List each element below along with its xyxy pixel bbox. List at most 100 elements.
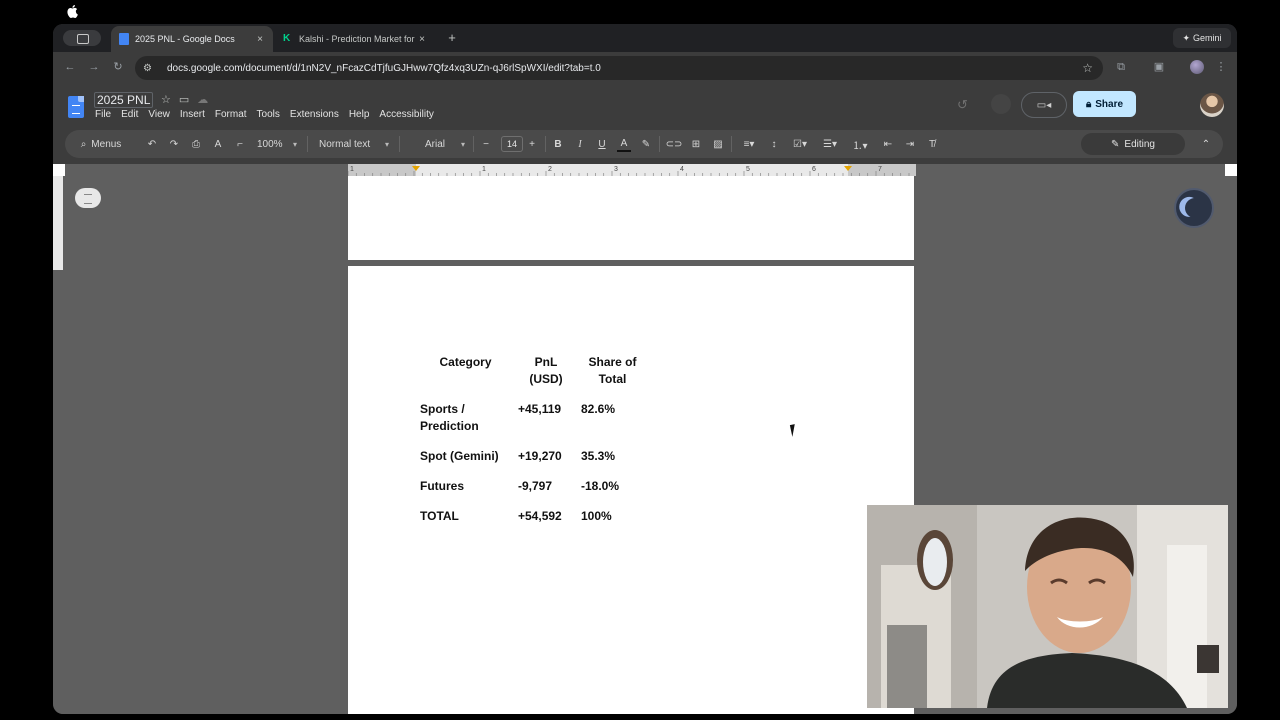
more-menu-icon[interactable]: ⋮ xyxy=(1213,59,1229,75)
align-icon[interactable]: ≡▾ xyxy=(739,136,759,152)
pnl-table[interactable]: Category PnL (USD) Share of Total Sports… xyxy=(420,352,651,536)
menu-insert[interactable]: Insert xyxy=(180,109,205,120)
menu-view[interactable]: View xyxy=(148,109,170,120)
spellcheck-icon[interactable]: A xyxy=(211,136,225,152)
link-icon[interactable]: ⊂⊃ xyxy=(666,136,683,152)
undo-icon[interactable]: ↶ xyxy=(145,136,159,152)
menu-accessibility[interactable]: Accessibility xyxy=(379,109,433,120)
numbered-list-icon[interactable]: ⒈▾ xyxy=(849,136,871,152)
search-menus-button[interactable]: ⌕ Menus xyxy=(73,136,129,152)
font-value: Arial xyxy=(425,138,446,150)
new-tab-button[interactable]: + xyxy=(445,30,459,46)
menu-edit[interactable]: Edit xyxy=(121,109,138,120)
share-cell[interactable]: 35.3% xyxy=(581,446,651,476)
paint-format-icon[interactable]: ⌐ xyxy=(233,136,247,152)
bold-icon[interactable]: B xyxy=(551,136,565,152)
share-button[interactable]: 🔒︎ Share xyxy=(1073,91,1136,117)
version-history-icon[interactable]: ↺ xyxy=(957,97,968,113)
text-color-icon[interactable]: A xyxy=(617,136,631,152)
meet-button[interactable]: ▭◂ xyxy=(1021,92,1067,118)
header-pnl[interactable]: PnL (USD) xyxy=(518,352,581,399)
close-tab-icon[interactable]: × xyxy=(417,34,427,45)
menu-format[interactable]: Format xyxy=(215,109,247,120)
screen: 2025 PNL - Google Docs × K Kalshi - Pred… xyxy=(0,0,1280,720)
menu-help[interactable]: Help xyxy=(349,109,370,120)
share-cell[interactable]: 82.6% xyxy=(581,399,651,446)
address-bar[interactable]: ⚙ docs.google.com/document/d/1nN2V_nFcaz… xyxy=(135,56,1103,80)
url-text[interactable]: docs.google.com/document/d/1nN2V_nFcazCd… xyxy=(167,63,601,74)
document-page[interactable]: Category PnL (USD) Share of Total Sports… xyxy=(348,266,914,714)
font-size-input[interactable]: 14 xyxy=(501,136,523,152)
ruler-label: 7 xyxy=(878,166,882,173)
forward-arrow-icon[interactable]: → xyxy=(87,60,101,74)
side-panel-icon[interactable]: ▣ xyxy=(1151,59,1167,75)
ruler-label: 1 xyxy=(482,166,486,173)
document-outline-button[interactable] xyxy=(75,188,101,208)
tab-search-icon[interactable] xyxy=(63,30,101,46)
clear-formatting-icon[interactable]: T̸ xyxy=(925,136,939,152)
gemini-label: Gemini xyxy=(1193,33,1222,43)
insert-image-icon[interactable]: ▨ xyxy=(711,136,725,152)
underline-icon[interactable]: U xyxy=(595,136,609,152)
vertical-ruler[interactable] xyxy=(53,176,63,270)
toolbar-divider xyxy=(307,136,308,152)
share-cell[interactable]: 100% xyxy=(581,506,651,536)
menu-tools[interactable]: Tools xyxy=(257,109,280,120)
horizontal-ruler[interactable]: 1 1 2 3 4 5 6 7 xyxy=(348,164,916,176)
decrease-font-size-icon[interactable]: − xyxy=(479,136,493,152)
bookmark-star-icon[interactable]: ☆ xyxy=(1082,61,1093,75)
font-select[interactable]: Arial xyxy=(413,136,467,152)
tab-kalshi[interactable]: K Kalshi - Prediction Market for × xyxy=(275,26,435,52)
pnl-cell[interactable]: -9,797 xyxy=(518,476,581,506)
italic-icon[interactable]: I xyxy=(573,136,587,152)
bulleted-list-icon[interactable]: ☰▾ xyxy=(819,136,841,152)
highlight-icon[interactable]: ✎ xyxy=(639,136,653,152)
reload-icon[interactable]: ↻ xyxy=(111,60,125,74)
header-category[interactable]: Category xyxy=(420,352,518,399)
site-info-icon[interactable]: ⚙ xyxy=(143,63,157,74)
back-arrow-icon[interactable]: ← xyxy=(63,60,77,74)
document-title[interactable]: 2025 PNL xyxy=(94,92,154,108)
star-icon[interactable]: ☆ xyxy=(161,93,171,106)
paragraph-style-select[interactable]: Normal text xyxy=(315,136,391,152)
collapse-toolbar-icon[interactable]: ⌃ xyxy=(1199,136,1213,152)
comments-icon[interactable] xyxy=(991,94,1011,114)
category-cell[interactable]: Sports / Prediction xyxy=(420,399,518,446)
extensions-icon[interactable]: ⧉ xyxy=(1113,59,1129,75)
previous-page-end[interactable] xyxy=(348,176,914,260)
apple-logo-icon[interactable] xyxy=(66,4,80,20)
increase-indent-icon[interactable]: ⇥ xyxy=(903,136,917,152)
menu-file[interactable]: File xyxy=(95,109,111,120)
line-spacing-icon[interactable]: ↕ xyxy=(767,136,781,152)
browser-profile-avatar[interactable] xyxy=(1190,60,1204,74)
account-avatar[interactable] xyxy=(1200,93,1224,117)
tab-strip: 2025 PNL - Google Docs × K Kalshi - Pred… xyxy=(53,24,1237,52)
decrease-indent-icon[interactable]: ⇤ xyxy=(881,136,895,152)
add-comment-icon[interactable]: ⊞ xyxy=(689,136,703,152)
pnl-cell[interactable]: +45,119 xyxy=(518,399,581,446)
ruler-label: 4 xyxy=(680,166,684,173)
docs-header: 2025 PNL ☆ ▭ ☁ File Edit View Insert For… xyxy=(53,84,1237,128)
editing-mode-button[interactable]: ✎ Editing xyxy=(1081,133,1185,155)
move-folder-icon[interactable]: ▭ xyxy=(179,93,189,106)
table-row: Futures -9,797 -18.0% xyxy=(420,476,651,506)
checklist-icon[interactable]: ☑▾ xyxy=(789,136,811,152)
menu-extensions[interactable]: Extensions xyxy=(290,109,339,120)
close-tab-icon[interactable]: × xyxy=(255,34,265,45)
redo-icon[interactable]: ↷ xyxy=(167,136,181,152)
header-share[interactable]: Share of Total xyxy=(581,352,651,399)
tab-google-docs[interactable]: 2025 PNL - Google Docs × xyxy=(111,26,273,52)
zoom-select[interactable]: 100% xyxy=(253,136,299,152)
category-cell[interactable]: Futures xyxy=(420,476,518,506)
share-cell[interactable]: -18.0% xyxy=(581,476,651,506)
pnl-cell[interactable]: +54,592 xyxy=(518,506,581,536)
google-docs-logo-icon[interactable] xyxy=(68,96,84,118)
dark-mode-moon-icon[interactable] xyxy=(1174,188,1214,228)
gemini-button[interactable]: ✦ Gemini xyxy=(1173,28,1231,48)
pnl-cell[interactable]: +19,270 xyxy=(518,446,581,476)
video-camera-icon: ▭◂ xyxy=(1036,99,1052,111)
increase-font-size-icon[interactable]: + xyxy=(525,136,539,152)
print-icon[interactable]: ⎙ xyxy=(189,136,203,152)
category-cell[interactable]: Spot (Gemini) xyxy=(420,446,518,476)
category-cell[interactable]: TOTAL xyxy=(420,506,518,536)
